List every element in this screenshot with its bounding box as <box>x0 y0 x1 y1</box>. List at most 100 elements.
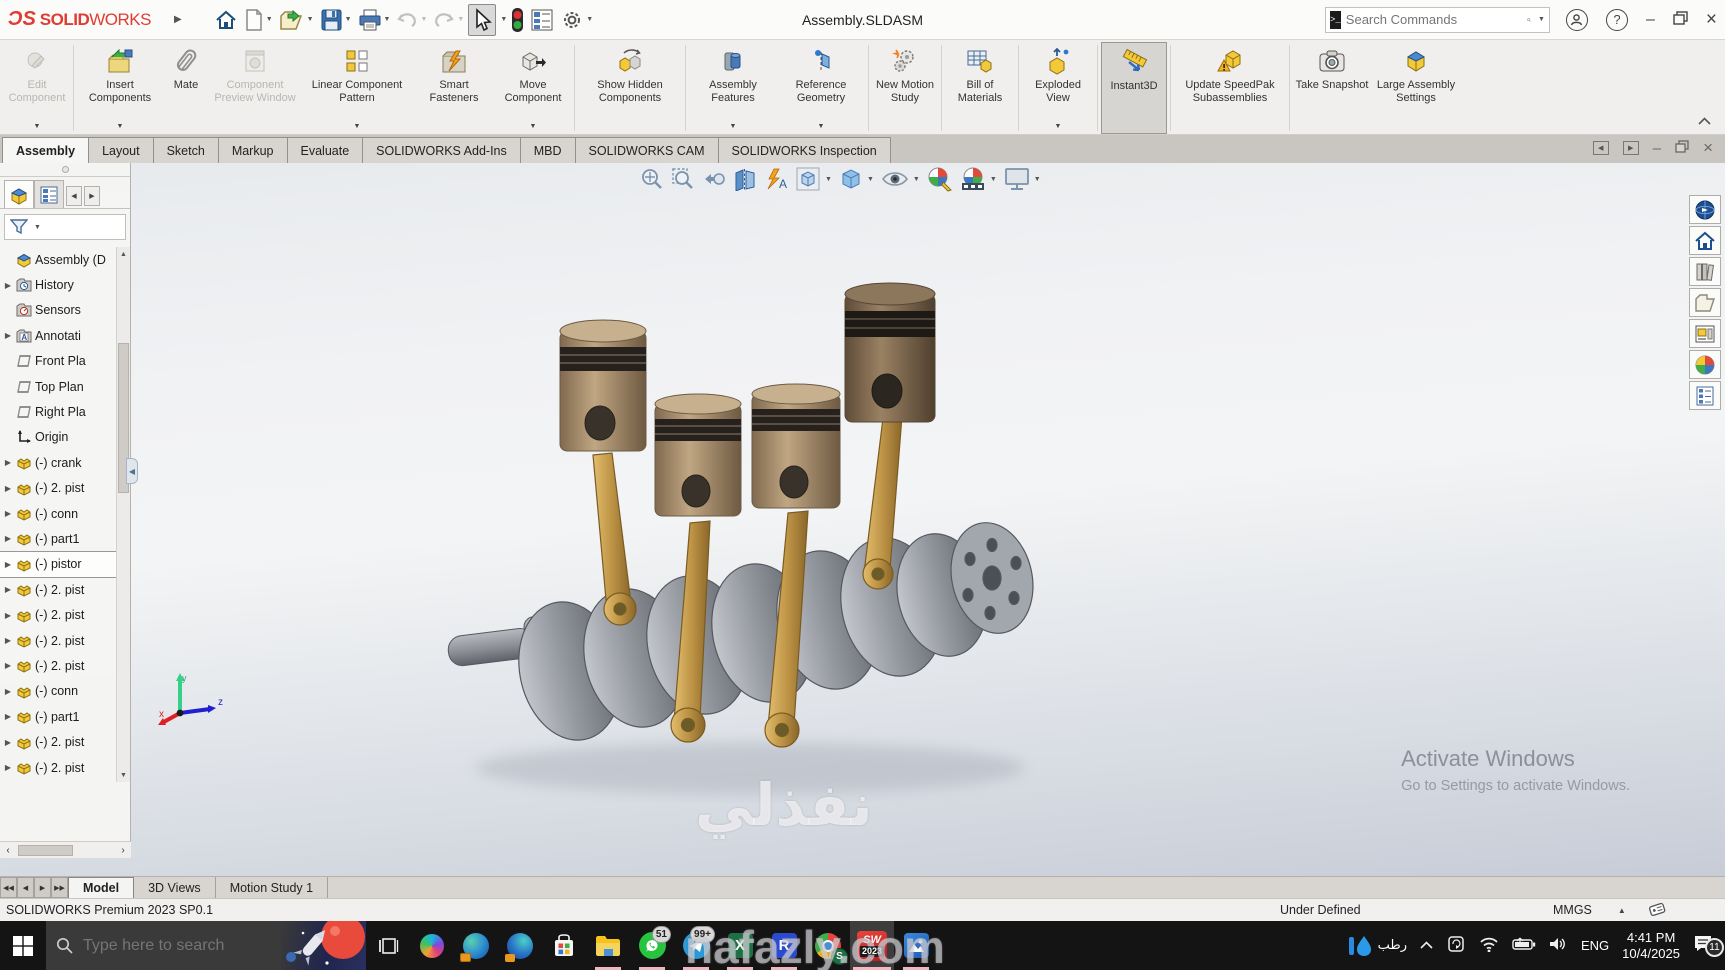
restore-button[interactable] <box>1673 11 1688 28</box>
tab-assembly[interactable]: Assembly <box>2 137 89 163</box>
open-document-button[interactable]: ▼ <box>277 5 316 35</box>
solidworks-taskbar-icon[interactable]: SW2023 <box>850 921 894 970</box>
tab-property-manager[interactable] <box>34 180 64 208</box>
tree-item-piston-2g[interactable]: ▶(-) 2. pist <box>0 755 116 780</box>
tree-item-piston-2[interactable]: ▶(-) 2. pist <box>0 476 116 501</box>
ribbon-show-hidden-components[interactable]: Show Hidden Components <box>578 42 682 134</box>
print-button[interactable]: ▼ <box>356 5 393 35</box>
doc-close-button[interactable]: × <box>1703 138 1713 158</box>
status-tag-icon[interactable] <box>1648 901 1666 920</box>
tree-item-piston-selected[interactable]: ▶(-) pistor <box>0 552 116 577</box>
doc-restore-button[interactable] <box>1675 140 1689 156</box>
telegram-icon[interactable]: 99+ <box>674 921 718 970</box>
rebuild-traffic-light-icon[interactable] <box>509 4 526 36</box>
solidworks-resources-icon[interactable] <box>1689 195 1721 224</box>
ribbon-smart-fasteners[interactable]: Smart Fasteners <box>413 42 495 134</box>
pane-right-icon[interactable]: ▶ <box>1623 141 1639 155</box>
ribbon-take-snapshot[interactable]: Take Snapshot <box>1293 42 1371 134</box>
scroll-up-icon[interactable]: ▲ <box>117 247 130 261</box>
tree-item-front-plane[interactable]: Front Pla <box>0 349 116 374</box>
wifi-icon[interactable] <box>1479 936 1499 955</box>
logo-flyout-icon[interactable]: ▶ <box>174 14 182 25</box>
taskbar-search-box[interactable] <box>46 921 366 970</box>
tab-featuremanager-tree[interactable] <box>4 180 34 208</box>
tree-item-connecting-rod-2[interactable]: ▶(-) conn <box>0 679 116 704</box>
file-explorer-icon[interactable] <box>586 921 630 970</box>
chevron-down-icon[interactable]: ▼ <box>354 123 361 133</box>
tree-item-part1-2[interactable]: ▶(-) part1 <box>0 704 116 729</box>
copilot-icon[interactable] <box>410 921 454 970</box>
ribbon-exploded-view[interactable]: Exploded View ▼ <box>1022 42 1094 134</box>
tab-evaluate[interactable]: Evaluate <box>287 137 364 163</box>
ribbon-collapse-chevron[interactable] <box>1698 114 1711 128</box>
home-button[interactable] <box>212 5 240 35</box>
photos-icon[interactable] <box>894 921 938 970</box>
ribbon-mate[interactable]: Mate <box>163 42 209 134</box>
tab-sketch[interactable]: Sketch <box>153 137 219 163</box>
tree-item-annotations[interactable]: ▶AAnnotati <box>0 323 116 348</box>
annotation-views-icon[interactable]: A <box>764 167 788 191</box>
pane-left-icon[interactable]: ◀ <box>1593 141 1609 155</box>
new-document-button[interactable]: ▼ <box>242 5 275 35</box>
r-app-icon[interactable]: R <box>762 921 806 970</box>
ribbon-reference-geometry[interactable]: Reference Geometry ▼ <box>777 42 865 134</box>
scroll-right-icon[interactable]: › <box>115 845 131 856</box>
view-settings-icon[interactable]: ▼ <box>1004 167 1041 191</box>
doc-minimize-button[interactable]: – <box>1653 140 1661 157</box>
scroll-left-icon[interactable]: ‹ <box>0 845 16 856</box>
chevron-down-icon[interactable]: ▼ <box>530 123 537 133</box>
ribbon-assembly-features[interactable]: Assembly Features ▼ <box>689 42 777 134</box>
panel-collapse-handle[interactable]: ◀ <box>126 458 138 484</box>
tree-item-right-plane[interactable]: Right Pla <box>0 399 116 424</box>
edit-appearance-icon[interactable] <box>927 166 953 192</box>
search-icon[interactable] <box>1527 12 1531 28</box>
tree-item-piston-2f[interactable]: ▶(-) 2. pist <box>0 729 116 754</box>
ribbon-large-assembly-settings[interactable]: Large Assembly Settings <box>1371 42 1461 134</box>
close-button[interactable]: × <box>1706 9 1717 31</box>
whatsapp-icon[interactable]: 51 <box>630 921 674 970</box>
display-style-icon[interactable]: ▼ <box>839 167 874 191</box>
tree-item-connecting-rod[interactable]: ▶(-) conn <box>0 501 116 526</box>
tab-mbd[interactable]: MBD <box>520 137 576 163</box>
command-search-input[interactable] <box>1346 12 1522 27</box>
panel-splitter-grip[interactable] <box>0 163 130 177</box>
chevron-down-icon[interactable]: ▼ <box>117 123 124 133</box>
clock[interactable]: 4:41 PM10/4/2025 <box>1622 930 1680 962</box>
edge-icon[interactable] <box>498 921 542 970</box>
edge-work-icon[interactable] <box>454 921 498 970</box>
tree-item-top-plane[interactable]: Top Plan <box>0 374 116 399</box>
tablet-mode-icon[interactable] <box>1446 935 1466 956</box>
tree-item-origin[interactable]: Origin <box>0 425 116 450</box>
custom-properties-icon[interactable] <box>1689 381 1721 410</box>
view-palette-icon[interactable] <box>1689 319 1721 348</box>
scrollbar-thumb-h[interactable] <box>18 845 73 856</box>
tree-item-history[interactable]: ▶History <box>0 272 116 297</box>
help-icon[interactable]: ? <box>1606 9 1628 31</box>
excel-icon[interactable]: X <box>718 921 762 970</box>
crankshaft-piston-model[interactable] <box>430 273 1070 803</box>
tree-item-piston-2d[interactable]: ▶(-) 2. pist <box>0 628 116 653</box>
tab-markup[interactable]: Markup <box>218 137 288 163</box>
chrome-icon[interactable]: S <box>806 921 850 970</box>
tab-3d-views[interactable]: 3D Views <box>134 877 216 898</box>
chevron-down-icon[interactable]: ▼ <box>34 123 41 133</box>
tree-tab-scroll-right[interactable]: ▶ <box>84 186 100 206</box>
tree-horizontal-scrollbar[interactable]: ‹ › <box>0 841 131 858</box>
ribbon-edit-component[interactable]: Edit Component ▼ <box>4 42 70 134</box>
minimize-button[interactable]: – <box>1646 11 1655 29</box>
redo-button[interactable]: ▼ <box>431 6 466 34</box>
tree-item-sensors[interactable]: Sensors <box>0 298 116 323</box>
chevron-down-icon[interactable]: ▼ <box>818 123 825 133</box>
tree-item-crankshaft[interactable]: ▶(-) crank <box>0 450 116 475</box>
chevron-down-icon[interactable]: ▼ <box>1055 123 1062 133</box>
task-view-button[interactable] <box>366 921 410 970</box>
tree-vertical-scrollbar[interactable]: ▲ ▼ <box>116 247 130 782</box>
previous-view-icon[interactable] <box>702 167 726 191</box>
tree-item-part1[interactable]: ▶(-) part1 <box>0 526 116 551</box>
ribbon-move-component[interactable]: Move Component ▼ <box>495 42 571 134</box>
ribbon-new-motion-study[interactable]: New Motion Study <box>872 42 938 134</box>
tree-item-piston-2e[interactable]: ▶(-) 2. pist <box>0 653 116 678</box>
status-units[interactable]: MMGS▲ <box>1553 903 1626 917</box>
scroll-down-icon[interactable]: ▼ <box>117 768 130 782</box>
tab-solidworks-cam[interactable]: SOLIDWORKS CAM <box>575 137 719 163</box>
